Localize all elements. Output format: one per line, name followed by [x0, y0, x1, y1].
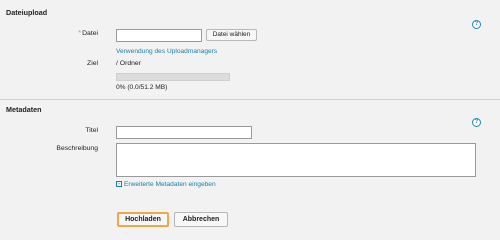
title-input[interactable] [116, 126, 252, 139]
description-textarea[interactable] [116, 143, 476, 177]
upload-manager-link[interactable]: Verwendung des Uploadmanagers [116, 48, 217, 55]
file-label-row: *Datei [28, 30, 98, 37]
upload-help-icon[interactable]: ? [472, 20, 481, 29]
file-name-input[interactable] [116, 29, 202, 42]
expand-plus-icon: + [116, 181, 122, 188]
file-label: Datei [82, 30, 98, 37]
upload-button[interactable]: Hochladen [117, 212, 169, 227]
extended-metadata-toggle[interactable]: + Erweiterte Metadaten eingeben [116, 181, 216, 188]
cancel-button[interactable]: Abbrechen [174, 212, 228, 227]
upload-progress-bar [116, 73, 230, 81]
extended-metadata-link[interactable]: Erweiterte Metadaten eingeben [124, 181, 216, 188]
upload-section-title: Dateiupload [6, 8, 48, 17]
metadata-help-icon[interactable]: ? [472, 118, 481, 127]
description-label: Beschreibung [56, 145, 98, 152]
required-marker: * [78, 30, 82, 37]
target-label: Ziel [87, 60, 98, 67]
metadata-section-title: Metadaten [6, 105, 42, 114]
progress-text: 0% (0.0/51.2 MB) [116, 84, 168, 91]
title-label: Titel [85, 127, 98, 134]
target-folder: / Ordner [116, 60, 141, 67]
section-divider [0, 99, 500, 100]
choose-file-button[interactable]: Datei wählen [206, 29, 257, 41]
